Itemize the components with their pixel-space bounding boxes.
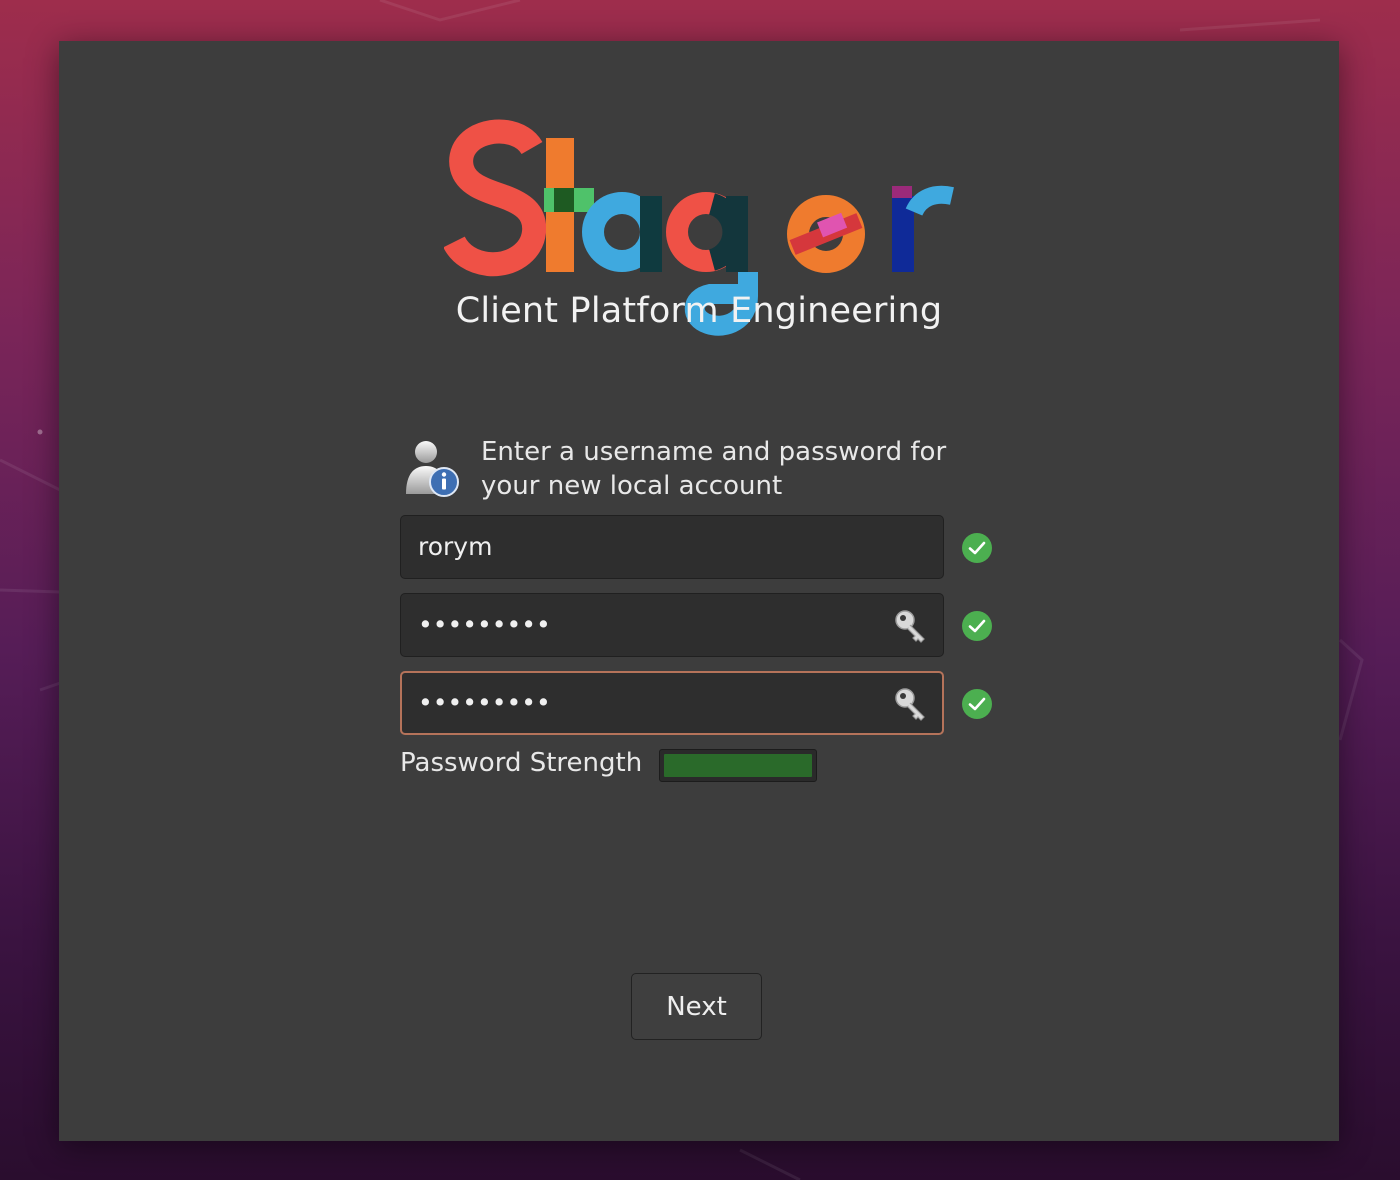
prompt-line-1: Enter a username and password for (481, 437, 947, 467)
key-icon[interactable] (893, 608, 929, 644)
password-strength-fill (664, 754, 812, 777)
account-prompt: Enter a username and password for your n… (481, 435, 1001, 503)
password-valid-check-icon (962, 611, 992, 641)
prompt-line-2: your new local account (481, 471, 783, 501)
username-valid-check-icon (962, 533, 992, 563)
user-info-icon (406, 441, 459, 497)
next-button[interactable]: Next (631, 973, 762, 1040)
confirm-password-valid-check-icon (962, 689, 992, 719)
username-value: rorym (418, 532, 493, 561)
key-icon[interactable] (893, 686, 929, 722)
confirm-password-field[interactable]: ••••••••• (400, 671, 944, 735)
subtitle: Client Platform Engineering (455, 291, 943, 331)
password-strength-label: Password Strength (400, 748, 643, 778)
username-field[interactable]: rorym (400, 515, 944, 579)
password-strength-meter (659, 749, 817, 782)
setup-dialog: Client Platform Engineering Enter a user… (59, 41, 1339, 1141)
password-value: ••••••••• (418, 610, 551, 639)
password-field[interactable]: ••••••••• (400, 593, 944, 657)
confirm-password-value: ••••••••• (418, 688, 551, 717)
